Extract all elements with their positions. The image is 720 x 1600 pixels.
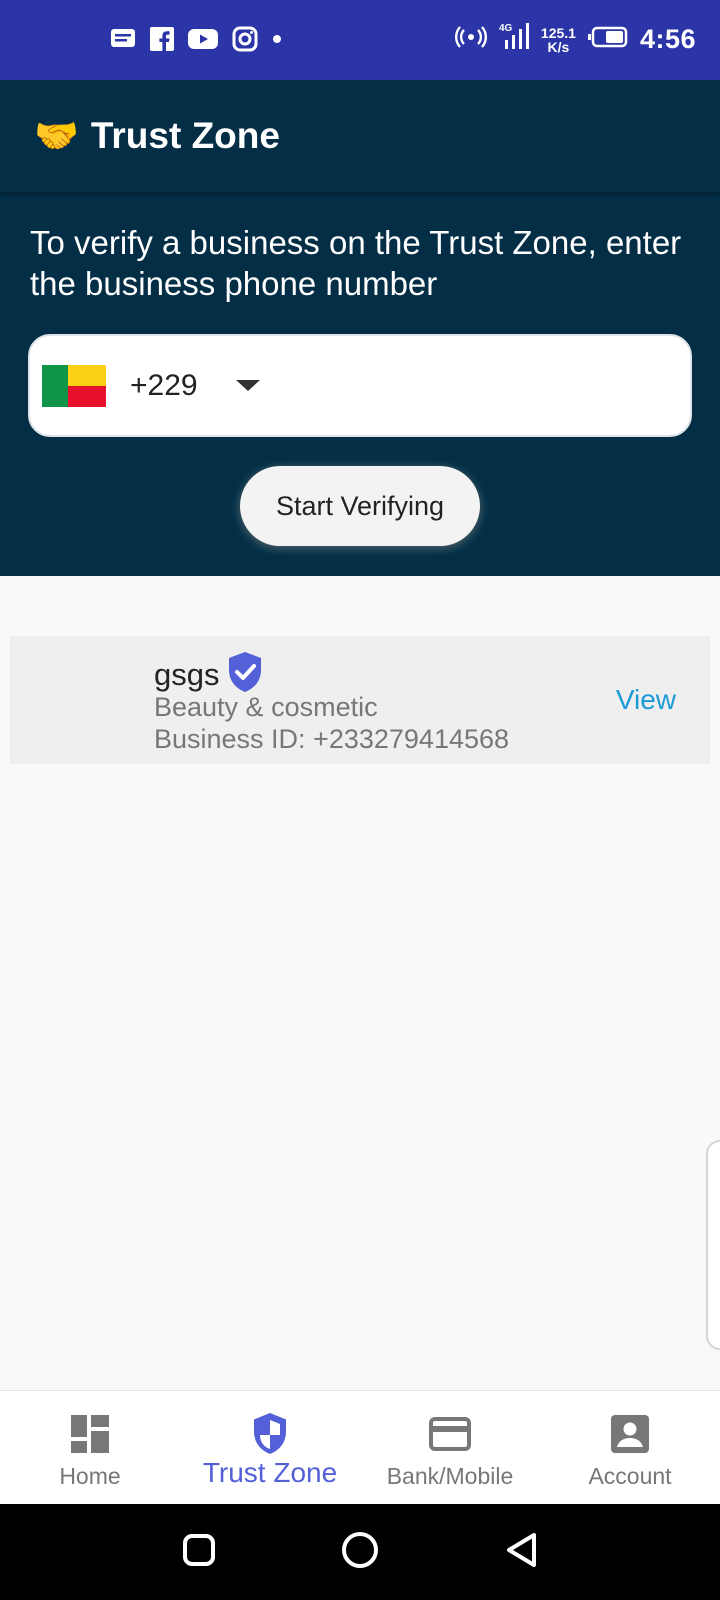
signal-icon: 4G — [499, 22, 529, 57]
battery-icon — [587, 26, 628, 53]
nav-label-account: Account — [588, 1463, 672, 1489]
dot-icon — [272, 34, 282, 44]
recents-icon[interactable] — [182, 1533, 216, 1572]
page-title: Trust Zone — [90, 115, 280, 156]
business-category: Beauty & cosmetic — [154, 692, 378, 722]
youtube-icon — [188, 28, 218, 50]
message-icon — [110, 27, 136, 51]
business-id: Business ID: +233279414568 — [154, 724, 510, 754]
instagram-icon — [232, 26, 258, 52]
verify-panel: To verify a business on the Trust Zone, … — [0, 192, 720, 576]
list-item[interactable]: gsgs Beauty & cosmetic Business ID: +233… — [10, 636, 710, 764]
nav-label-trust-zone: Trust Zone — [202, 1457, 338, 1488]
nav-label-home: Home — [59, 1463, 121, 1489]
chevron-down-icon[interactable] — [235, 380, 260, 391]
country-code[interactable]: +229 — [130, 369, 198, 403]
net-speed: 125.1 K/s — [541, 26, 576, 54]
notification-icons — [110, 26, 282, 52]
facebook-icon — [150, 27, 174, 51]
view-button[interactable]: View — [616, 684, 676, 716]
nav-item-trust-zone[interactable]: Trust Zone — [180, 1391, 360, 1504]
handshake-icon: 🤝 — [34, 115, 79, 156]
system-nav-bar — [0, 1504, 720, 1600]
phone-number-field[interactable] — [279, 336, 690, 435]
nav-item-home[interactable]: Home — [0, 1391, 180, 1504]
shield-icon — [251, 1413, 289, 1455]
app-bar: 🤝 Trust Zone — [0, 80, 720, 192]
hotspot-icon — [454, 25, 487, 54]
account-box-icon — [611, 1413, 649, 1455]
nav-label-bank-mobile: Bank/Mobile — [386, 1463, 514, 1489]
status-bar: 4G 125.1 K/s 4:56 — [0, 0, 720, 80]
net-speed-value: 125.1 — [540, 24, 576, 41]
phone-input[interactable]: +229 — [28, 334, 692, 437]
nav-item-bank-mobile[interactable]: Bank/Mobile — [360, 1391, 540, 1504]
home-circle-icon[interactable] — [341, 1531, 379, 1574]
system-status: 4G 125.1 K/s 4:56 — [454, 22, 696, 57]
nav-item-account[interactable]: Account — [540, 1391, 720, 1504]
business-name: gsgs — [154, 656, 220, 692]
clock: 4:56 — [639, 24, 696, 54]
back-icon[interactable] — [504, 1531, 538, 1574]
verify-instruction: To verify a business on the Trust Zone, … — [30, 224, 682, 302]
benin-flag-icon[interactable] — [42, 364, 106, 407]
side-drawer-handle[interactable] — [706, 1140, 720, 1350]
bottom-nav: Home Trust Zone Bank/Mobile Account — [0, 1390, 720, 1504]
credit-card-icon — [429, 1413, 471, 1455]
net-speed-unit: K/s — [547, 38, 570, 55]
start-verifying-button[interactable]: Start Verifying — [240, 466, 480, 546]
dashboard-icon — [71, 1413, 109, 1455]
network-type: 4G — [499, 23, 513, 34]
